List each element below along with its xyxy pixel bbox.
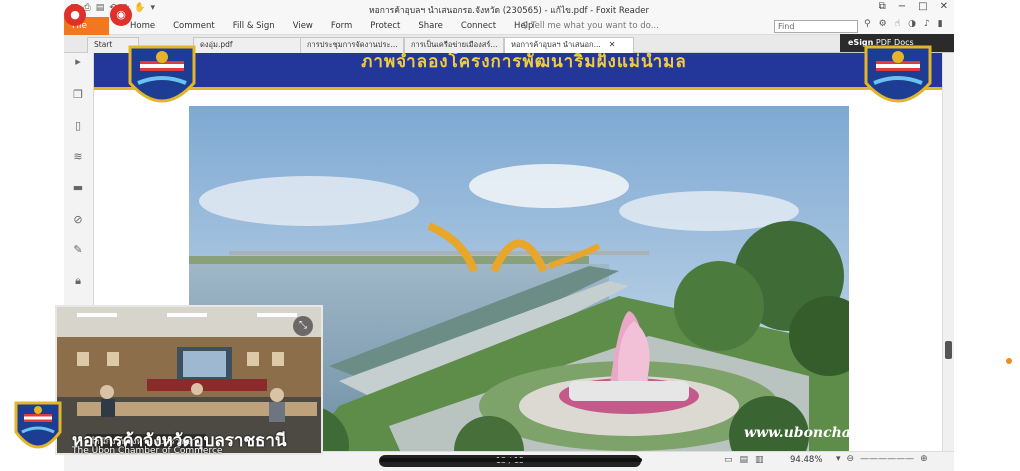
vertical-scrollbar[interactable]	[942, 53, 954, 451]
bookmark-icon[interactable]: ❐	[71, 88, 85, 102]
thumbs-up-icon[interactable]: ☝	[895, 19, 900, 29]
close-button[interactable]: ✕	[940, 1, 948, 12]
chamber-emblem-left	[128, 45, 196, 103]
organization-name-english: The Ubon Chamber of Commerce	[72, 446, 223, 456]
view-mode-icons: ▭ ▤ ▥	[724, 455, 764, 465]
find-input[interactable]: Find	[774, 20, 858, 33]
tab-document[interactable]: การเป็นเครือข่ายเมืองสร์...	[404, 37, 504, 53]
expand-panel-icon[interactable]: ▸	[71, 55, 85, 69]
zoom-controls: ▾ ⊖ —————— ⊕	[836, 454, 928, 464]
restore-icon[interactable]: ⧉	[879, 1, 886, 12]
minimize-button[interactable]: −	[898, 1, 906, 12]
ribbon-right-icons: ⚲ ⚙ ☝ ◑ ♪ ▮	[864, 19, 943, 29]
tab-document[interactable]: ดงอุ่ม.pdf	[193, 37, 301, 53]
single-page-icon[interactable]: ▭	[724, 455, 733, 465]
tab-label: Start	[94, 40, 113, 49]
record-stop-icon[interactable]: ◉	[110, 4, 132, 26]
maximize-button[interactable]: □	[918, 1, 927, 12]
home-indicator[interactable]	[380, 458, 642, 462]
zoom-out-icon[interactable]: ⊖	[847, 454, 855, 464]
account-icon[interactable]: ▮	[938, 19, 943, 29]
menu-form[interactable]: Form	[322, 17, 361, 35]
attachment-icon[interactable]: ⊘	[71, 213, 85, 227]
ribbon-menu: File Home Comment Fill & Sign View Form …	[64, 17, 954, 35]
skin-icon[interactable]: ◑	[908, 19, 916, 29]
comments-icon[interactable]: ▬	[71, 181, 85, 195]
screen: ▣ ⎙ ▤ ↶ ↷ ✋ ▾ หอการค้าอุบลฯ นำเสนอกรอ.จั…	[0, 0, 1020, 471]
indicator-dot	[1006, 358, 1012, 364]
zoom-in-icon[interactable]: ⊕	[920, 454, 928, 464]
lightbulb-icon: ♀	[522, 21, 531, 31]
bell-icon[interactable]: ♪	[924, 19, 930, 29]
tab-label: ดงอุ่ม.pdf	[200, 40, 233, 49]
popout-icon[interactable]: ⤡	[293, 316, 313, 336]
tab-document[interactable]: การประชุมการจัดงานประ...	[300, 37, 404, 53]
menu-items: Home Comment Fill & Sign View Form Prote…	[121, 17, 542, 35]
search-icon[interactable]: ⚲	[864, 19, 871, 29]
tab-document-active[interactable]: หอการค้าอุบลฯ นำเสนอก... ✕	[504, 37, 634, 53]
signature-icon[interactable]: ✎	[71, 243, 85, 257]
menu-connect[interactable]: Connect	[452, 17, 505, 35]
layers-icon[interactable]: ≋	[71, 150, 85, 164]
chamber-emblem-right	[864, 45, 932, 103]
continuous-icon[interactable]: ▤	[740, 455, 749, 465]
window-controls: ⧉ − □ ✕	[879, 1, 948, 12]
record-icon[interactable]: ●	[64, 4, 86, 26]
window-title: หอการค้าอุบลฯ นำเสนอกรอ.จังหวัด (230565)…	[369, 6, 649, 16]
slide-title: ภาพจำลองโครงการพัฒนาริมฝั่งแม่น้ำมูล	[361, 53, 687, 68]
tab-label: การประชุมการจัดงานประ...	[307, 40, 398, 49]
close-icon[interactable]: ✕	[609, 40, 616, 49]
facing-icon[interactable]: ▥	[755, 455, 764, 465]
menu-protect[interactable]: Protect	[361, 17, 409, 35]
slide-banner: ภาพจำลองโครงการพัฒนาริมฝั่งแม่น้ำมูล	[94, 53, 954, 90]
chamber-logo	[14, 401, 62, 449]
menu-comment[interactable]: Comment	[164, 17, 224, 35]
tab-label: การเป็นเครือข่ายเมืองสร์...	[411, 40, 498, 49]
menu-fill-sign[interactable]: Fill & Sign	[224, 17, 284, 35]
scrollbar-thumb[interactable]	[945, 341, 952, 359]
chevron-down-icon[interactable]: ▾	[836, 454, 841, 464]
title-bar: ▣ ⎙ ▤ ↶ ↷ ✋ ▾ หอการค้าอุบลฯ นำเสนอกรอ.จั…	[64, 0, 954, 17]
tell-me-search[interactable]: ♀ Tell me what you want to do...	[522, 17, 659, 35]
pages-icon[interactable]: ▯	[71, 119, 85, 133]
gear-icon[interactable]: ⚙	[879, 19, 887, 29]
menu-share[interactable]: Share	[409, 17, 452, 35]
lock-icon[interactable]: 🔒︎	[71, 274, 85, 288]
tell-me-text: Tell me what you want to do...	[530, 21, 659, 31]
menu-view[interactable]: View	[284, 17, 322, 35]
tab-label: หอการค้าอุบลฯ นำเสนอก...	[511, 40, 601, 49]
zoom-level[interactable]: 94.48%	[790, 455, 822, 465]
watermark-text: www.uboncha	[744, 425, 851, 441]
zoom-slider[interactable]: ——————	[860, 454, 914, 464]
